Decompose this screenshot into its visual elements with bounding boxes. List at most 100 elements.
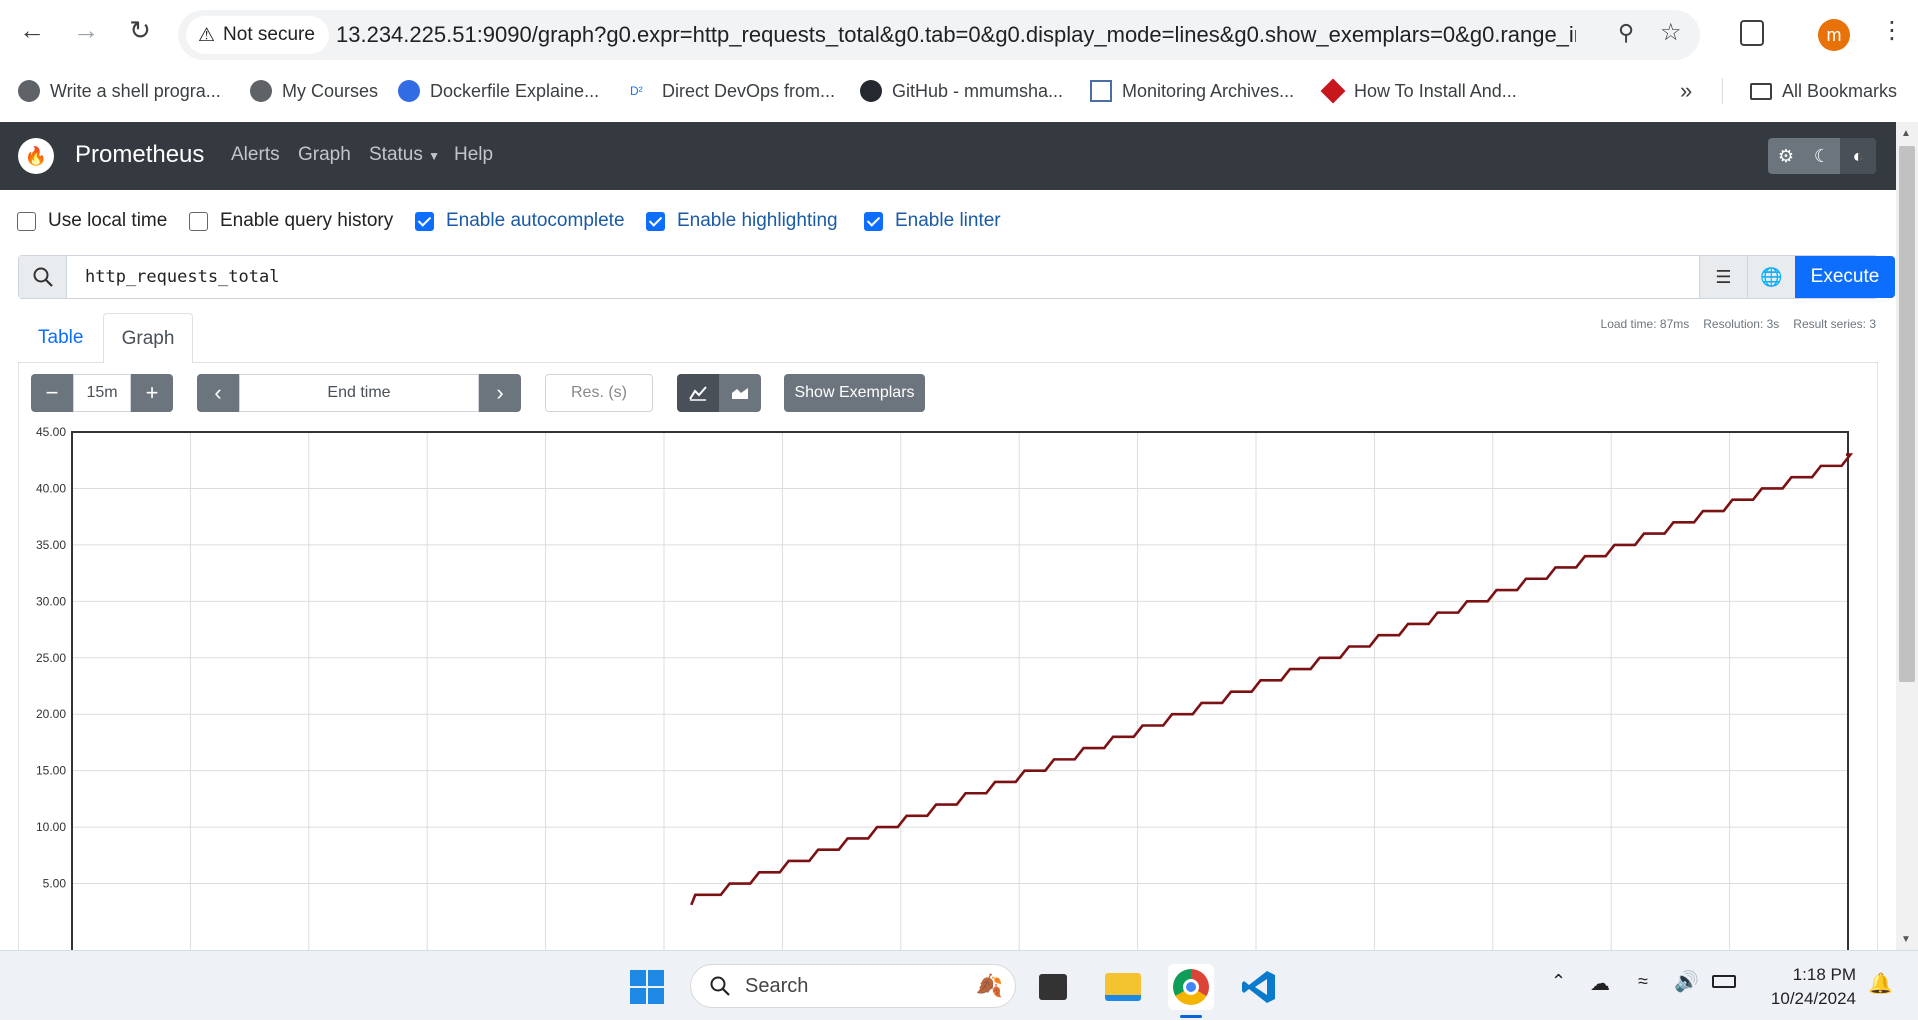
chevron-right-icon[interactable]: ›	[479, 374, 521, 412]
bookmark-item[interactable]: D² Direct DevOps from...	[630, 78, 835, 104]
forward-arrow-icon[interactable]: →	[68, 12, 104, 48]
all-bookmarks-button[interactable]: All Bookmarks	[1750, 78, 1897, 104]
scroll-up-icon[interactable]: ▲	[1901, 128, 1911, 139]
checkbox[interactable]	[189, 211, 208, 231]
resolution-placeholder: Res. (s)	[571, 384, 627, 401]
expression-input[interactable]: http_requests_total	[85, 267, 279, 287]
kubernetes-icon	[398, 80, 420, 102]
y-tick-label: 45.00	[36, 425, 66, 439]
warning-icon: ⚠	[198, 24, 216, 46]
cube-icon	[1320, 78, 1346, 104]
tab-graph[interactable]: Graph	[103, 313, 193, 363]
bookmark-label: Direct DevOps from...	[662, 80, 836, 101]
moon-icon[interactable]: ☾	[1804, 138, 1840, 174]
chevron-left-icon[interactable]: ‹	[197, 374, 239, 412]
reload-icon[interactable]: ↻	[122, 12, 158, 48]
checkbox[interactable]	[17, 211, 36, 231]
resolution-input[interactable]: Res. (s)	[545, 374, 653, 412]
address-bar[interactable]: ⚠ Not secure 13.234.225.51:9090/graph?g0…	[178, 10, 1700, 60]
page-scrollbar[interactable]: ▲ ▼	[1896, 122, 1918, 952]
y-tick-label: 10.00	[36, 820, 66, 834]
active-app-indicator	[1180, 1015, 1202, 1018]
bookmark-label: Monitoring Archives...	[1122, 80, 1295, 101]
checkbox-checked[interactable]	[415, 211, 434, 231]
taskbar-search-label: Search	[745, 974, 809, 997]
cloud-icon[interactable]: ☁	[1590, 971, 1610, 996]
bookmark-item[interactable]: How To Install And...	[1320, 78, 1517, 104]
bookmark-item[interactable]: GitHub - mmumsha...	[860, 78, 1063, 104]
profile-avatar[interactable]: m	[1818, 19, 1850, 51]
checkbox-checked[interactable]	[864, 211, 883, 231]
grid-lines	[72, 431, 1848, 950]
resolution: Resolution: 3s	[1703, 317, 1780, 331]
bookmarks-overflow-button[interactable]: »	[1680, 78, 1692, 104]
option-enable-query-history[interactable]: Enable query history	[189, 210, 393, 232]
show-exemplars-button[interactable]: Show Exemplars	[784, 374, 925, 412]
nav-help[interactable]: Help	[454, 144, 493, 166]
caret-down-icon: ▼	[428, 149, 441, 163]
graph-chart[interactable]: 45.00 40.00 35.00 30.00 25.00 20.00 15.00 10.00…	[0, 420, 1880, 950]
windows-start-icon[interactable]	[624, 964, 670, 1010]
metrics-explorer-icon[interactable]: 🌐	[1747, 256, 1795, 298]
clock-time: 1:18 PM	[1792, 965, 1856, 984]
y-axis-ticks: 45.00 40.00 35.00 30.00 25.00 20.00 15.00 10.00…	[36, 425, 66, 891]
taskbar-search[interactable]: Search 🍂	[690, 964, 1016, 1008]
nav-alerts[interactable]: Alerts	[231, 144, 280, 166]
option-enable-autocomplete[interactable]: Enable autocomplete	[415, 210, 625, 232]
file-explorer-icon[interactable]	[1100, 964, 1146, 1010]
url-text[interactable]: 13.234.225.51:9090/graph?g0.expr=http_re…	[336, 22, 1576, 48]
nav-status[interactable]: Status ▼	[369, 144, 440, 166]
bookmark-item[interactable]: Write a shell progra...	[18, 78, 221, 104]
bookmark-item[interactable]: Dockerfile Explaine...	[398, 78, 599, 104]
vscode-icon[interactable]	[1236, 964, 1282, 1010]
y-tick-label: 15.00	[36, 764, 66, 778]
nav-status-label: Status	[369, 144, 423, 165]
bookmark-item[interactable]: My Courses	[250, 78, 378, 104]
nav-graph[interactable]: Graph	[298, 144, 351, 166]
security-chip[interactable]: ⚠ Not secure	[186, 16, 329, 54]
bookmarks-divider	[1722, 78, 1723, 104]
contrast-icon[interactable]: ◐	[1840, 138, 1876, 174]
tab-table[interactable]: Table	[38, 327, 83, 349]
battery-icon[interactable]	[1712, 975, 1736, 988]
option-enable-highlighting[interactable]: Enable highlighting	[646, 210, 838, 232]
y-tick-label: 20.00	[36, 707, 66, 721]
range-input[interactable]: 15m	[73, 374, 131, 412]
option-enable-linter[interactable]: Enable linter	[864, 210, 1001, 232]
chrome-icon[interactable]	[1168, 964, 1214, 1010]
notification-bell-icon[interactable]: 🔔	[1868, 971, 1893, 996]
checkbox-checked[interactable]	[646, 211, 665, 231]
scroll-thumb[interactable]	[1899, 146, 1915, 682]
chevron-up-icon[interactable]: ⌃	[1551, 971, 1566, 992]
stacked-chart-icon[interactable]	[719, 374, 761, 412]
bookmark-star-icon[interactable]: ☆	[1660, 18, 1682, 47]
scroll-down-icon[interactable]: ▼	[1901, 934, 1911, 945]
search-icon	[710, 976, 730, 996]
option-use-local-time[interactable]: Use local time	[17, 210, 167, 232]
y-tick-label: 35.00	[36, 538, 66, 552]
line-chart-icon[interactable]	[677, 374, 719, 412]
bookmark-label: Write a shell progra...	[50, 80, 221, 101]
windows-taskbar: Search 🍂 ⌃ ☁ ≈ 🔊 1:18 PM 10/24/2024 🔔	[0, 950, 1918, 1020]
zoom-icon[interactable]: ⚲	[1618, 20, 1634, 46]
wifi-icon[interactable]: ≈	[1638, 971, 1648, 992]
option-label: Enable query history	[220, 210, 394, 231]
theme-toggle-group: ⚙ ☾ ◐	[1768, 138, 1876, 174]
range-increase-button[interactable]: +	[131, 374, 173, 412]
clock-date: 10/24/2024	[1770, 989, 1856, 1008]
execute-button[interactable]: Execute	[1795, 256, 1895, 298]
load-time: Load time: 87ms	[1600, 317, 1690, 331]
more-menu-icon[interactable]: ⋮	[1880, 16, 1904, 45]
format-expression-icon[interactable]: ☰	[1699, 256, 1747, 298]
sun-icon[interactable]: ⚙	[1768, 138, 1804, 174]
extensions-icon[interactable]	[1740, 20, 1764, 46]
system-clock[interactable]: 1:18 PM 10/24/2024	[1771, 963, 1856, 1011]
bookmark-item[interactable]: Monitoring Archives...	[1090, 78, 1294, 104]
volume-icon[interactable]: 🔊	[1674, 969, 1699, 994]
brand-title[interactable]: Prometheus	[75, 141, 204, 169]
end-time-input[interactable]: End time	[239, 374, 479, 412]
prometheus-logo-icon[interactable]: 🔥	[18, 138, 54, 174]
range-decrease-button[interactable]: −	[31, 374, 73, 412]
task-view-icon[interactable]	[1030, 964, 1076, 1010]
back-arrow-icon[interactable]: ←	[14, 12, 50, 48]
